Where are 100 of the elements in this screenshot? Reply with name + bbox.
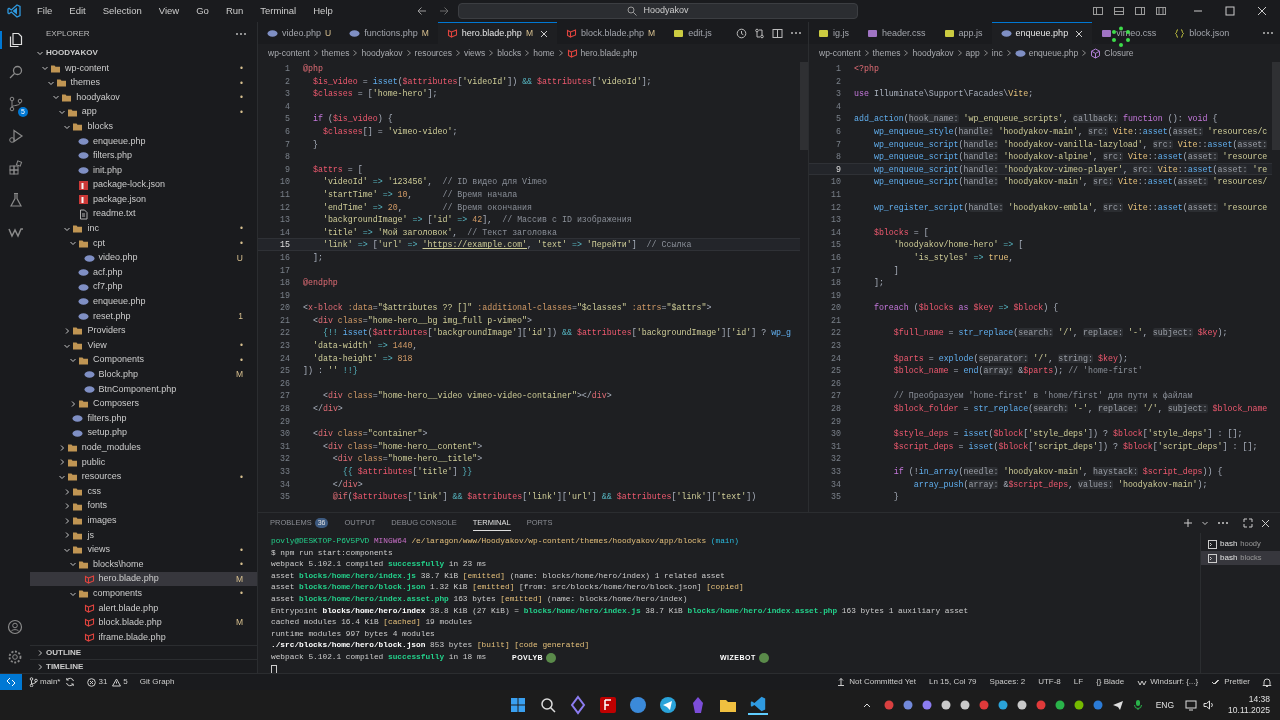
split-editor-icon[interactable] bbox=[772, 27, 783, 39]
tree-item[interactable]: hero.blade.php M bbox=[30, 571, 257, 587]
tray-app-icon[interactable] bbox=[1016, 699, 1029, 711]
sync-icon[interactable] bbox=[65, 677, 76, 687]
tree-item[interactable]: wp-content • bbox=[30, 61, 257, 76]
language-indicator[interactable]: ENG bbox=[1155, 698, 1175, 712]
maximize-panel-icon[interactable] bbox=[1243, 518, 1253, 528]
breadcrumb-item[interactable]: wp-content bbox=[268, 46, 310, 60]
tree-item[interactable]: blocks\home • bbox=[30, 557, 257, 572]
tree-item[interactable]: inc • bbox=[30, 221, 257, 237]
tree-item[interactable]: filters.php bbox=[30, 148, 257, 164]
status-item[interactable]: Spaces: 2 bbox=[989, 676, 1026, 688]
layout-icon[interactable] bbox=[1113, 5, 1125, 17]
compare-changes-icon[interactable] bbox=[754, 27, 765, 39]
close-icon[interactable] bbox=[1075, 29, 1084, 38]
menu-item[interactable]: Edit bbox=[69, 3, 86, 19]
bell-icon[interactable] bbox=[1262, 677, 1272, 687]
tree-item[interactable]: hoodyakov • bbox=[30, 90, 257, 105]
breadcrumb-item[interactable]: wp-content bbox=[819, 46, 861, 60]
branch-button[interactable]: main* bbox=[29, 676, 61, 688]
breadcrumb-item[interactable]: enqueue.php bbox=[1028, 46, 1079, 60]
tree-item[interactable]: setup.php bbox=[30, 425, 257, 441]
volume-icon[interactable] bbox=[1203, 699, 1216, 711]
account-icon[interactable] bbox=[7, 619, 23, 635]
tray-app-icon[interactable] bbox=[1073, 699, 1086, 711]
status-item[interactable]: {} Blade bbox=[1096, 676, 1125, 688]
layout-icon[interactable] bbox=[1092, 5, 1104, 17]
diamond-app-icon[interactable] bbox=[568, 695, 588, 715]
tree-item[interactable]: fonts bbox=[30, 498, 257, 514]
breadcrumb-item[interactable]: themes bbox=[872, 46, 901, 60]
forward-arrow-icon[interactable] bbox=[438, 5, 450, 17]
back-arrow-icon[interactable] bbox=[416, 5, 428, 17]
microphone-icon[interactable] bbox=[1131, 699, 1144, 711]
tree-item[interactable]: Components • bbox=[30, 352, 257, 368]
breadcrumb-item[interactable]: home bbox=[533, 46, 555, 60]
history-icon[interactable] bbox=[736, 27, 747, 39]
breadcrumb-item[interactable]: inc bbox=[991, 46, 1003, 60]
section-header[interactable]: OUTLINE bbox=[30, 645, 257, 659]
command-search-field[interactable]: Hoodyakov bbox=[458, 3, 858, 19]
layout-icon[interactable] bbox=[1155, 5, 1167, 17]
problems-button[interactable]: 31 5 bbox=[87, 676, 128, 688]
tree-item[interactable]: node_modules bbox=[30, 440, 257, 456]
status-item[interactable]: Not Committed Yet bbox=[836, 676, 916, 688]
tree-item[interactable]: public bbox=[30, 455, 257, 470]
editor-tab[interactable]: vimeo.css bbox=[1092, 22, 1166, 44]
send-icon[interactable] bbox=[1111, 699, 1124, 711]
app-icon[interactable] bbox=[598, 695, 618, 715]
more-actions-icon[interactable] bbox=[1217, 520, 1229, 526]
chevron-down-icon[interactable] bbox=[1201, 519, 1209, 527]
maximize-icon[interactable] bbox=[1224, 5, 1236, 17]
search-icon[interactable] bbox=[538, 695, 558, 715]
tree-item[interactable]: init.php bbox=[30, 163, 257, 178]
breadcrumb-item[interactable]: themes bbox=[321, 46, 350, 60]
breadcrumb-item[interactable]: hoodyakov bbox=[361, 46, 403, 60]
editor-tab[interactable]: app.js bbox=[934, 22, 992, 44]
editor-tab[interactable]: block.blade.php M bbox=[557, 22, 665, 44]
status-item[interactable]: UTF-8 bbox=[1038, 676, 1061, 688]
tree-item[interactable]: themes • bbox=[30, 75, 257, 91]
breadcrumb-item[interactable]: app bbox=[965, 46, 980, 60]
menu-item[interactable]: Run bbox=[225, 3, 244, 19]
tray-app-icon[interactable] bbox=[959, 699, 972, 711]
breadcrumb-item[interactable]: hoodyakov bbox=[912, 46, 954, 60]
tree-item[interactable]: Block.php M bbox=[30, 367, 257, 383]
plus-icon[interactable] bbox=[1183, 518, 1193, 528]
tree-item[interactable]: js bbox=[30, 528, 257, 543]
tray-app-icon[interactable] bbox=[902, 699, 915, 711]
windows-start-icon[interactable] bbox=[508, 695, 528, 715]
tree-item[interactable]: block.blade.php M bbox=[30, 615, 257, 631]
editor-tab[interactable]: hero.blade.php M bbox=[437, 22, 557, 44]
remote-button[interactable] bbox=[0, 673, 22, 691]
editor-tab[interactable]: functions.php M bbox=[340, 22, 438, 44]
tree-item[interactable]: View • bbox=[30, 338, 257, 353]
tree-item[interactable]: filters.php bbox=[30, 411, 257, 426]
tray-app-icon[interactable] bbox=[997, 699, 1010, 711]
menu-item[interactable]: Go bbox=[196, 3, 209, 19]
tree-item[interactable]: images bbox=[30, 513, 257, 528]
tree-item[interactable]: css bbox=[30, 484, 257, 499]
close-icon[interactable] bbox=[1261, 518, 1270, 528]
breadcrumb-item[interactable]: resources bbox=[414, 46, 452, 60]
tree-item[interactable]: enqueue.php bbox=[30, 133, 257, 149]
more-actions-icon[interactable] bbox=[1262, 30, 1274, 36]
git-graph-button[interactable]: Git Graph bbox=[139, 676, 175, 688]
status-item[interactable]: Ln 15, Col 79 bbox=[928, 676, 977, 688]
editor-tab[interactable]: block.json bbox=[1165, 22, 1239, 44]
breadcrumb-item[interactable]: blocks bbox=[497, 46, 522, 60]
tree-item[interactable]: Composers bbox=[30, 396, 257, 412]
breadcrumb-item[interactable]: Closure bbox=[1104, 46, 1134, 60]
tree-item[interactable]: cpt • bbox=[30, 236, 257, 251]
tree-item[interactable]: Providers bbox=[30, 323, 257, 339]
tree-item[interactable]: cf7.php bbox=[30, 279, 257, 295]
tree-item[interactable]: package.json bbox=[30, 192, 257, 207]
tray-app-icon[interactable] bbox=[1054, 699, 1067, 711]
tree-item[interactable]: app • bbox=[30, 104, 257, 120]
editor-tab[interactable]: edit.js bbox=[664, 22, 721, 44]
status-item[interactable]: LF bbox=[1073, 676, 1084, 688]
tree-item[interactable]: video.php U bbox=[30, 250, 257, 266]
close-icon[interactable] bbox=[1256, 5, 1268, 17]
menu-item[interactable]: Terminal bbox=[260, 3, 297, 19]
settings-icon[interactable] bbox=[7, 649, 23, 665]
tree-item[interactable]: components • bbox=[30, 586, 257, 601]
